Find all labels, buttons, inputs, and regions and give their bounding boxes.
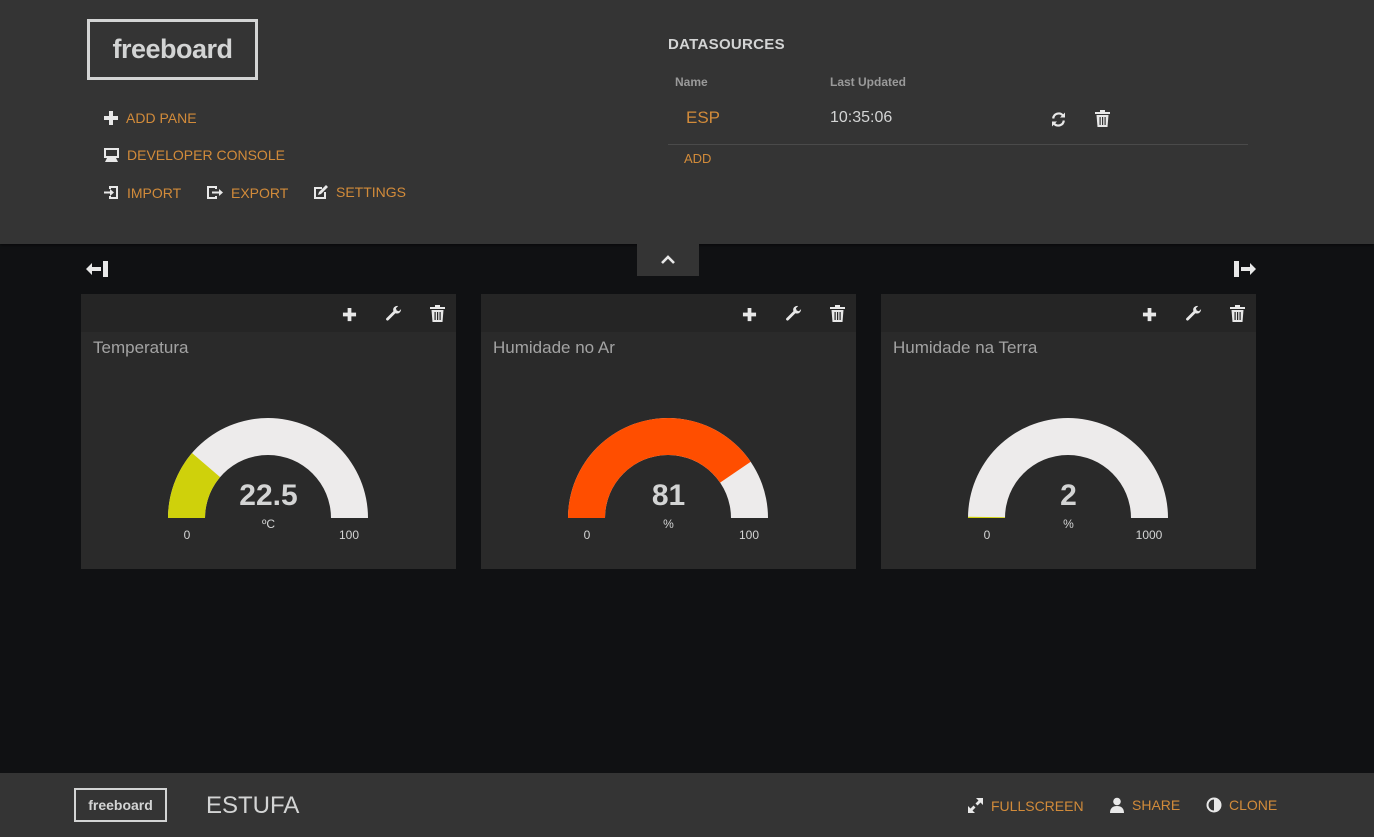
footer-freeboard-logo: freeboard	[74, 788, 167, 822]
collapse-header-button[interactable]	[637, 244, 699, 276]
gauge-max-label: 100	[738, 528, 760, 542]
refresh-icon	[1051, 111, 1065, 127]
datasource-name-link[interactable]: ESP	[686, 108, 720, 128]
footer-bar: freeboard ESTUFA FULLSCREEN SHARE CLONE	[0, 773, 1374, 837]
export-icon	[207, 186, 223, 199]
user-icon	[1110, 797, 1124, 813]
pane-temperatura: Temperatura 22.5 ºC 0 100	[81, 294, 456, 569]
share-label: SHARE	[1132, 797, 1181, 813]
shrink-left-icon	[86, 261, 108, 277]
gauge-max-label: 100	[338, 528, 360, 542]
datasources-divider	[668, 144, 1248, 145]
datasources-name-header: Name	[675, 75, 708, 89]
gauge-unit: ºC	[261, 517, 276, 531]
add-pane-button[interactable]: ADD PANE	[103, 110, 197, 126]
shrink-columns-button[interactable]	[84, 259, 110, 279]
datasources-title: DATASOURCES	[668, 36, 785, 53]
gauge-value: 81	[651, 479, 686, 512]
pane-humidade-terra: Humidade na Terra 2 % 0 1000	[881, 294, 1256, 569]
plus-icon	[104, 111, 118, 125]
gauge-unit: %	[1063, 517, 1074, 531]
datasources-updated-header: Last Updated	[830, 75, 907, 89]
fullscreen-label: FULLSCREEN	[991, 797, 1084, 814]
gauge-min-label: 0	[983, 528, 991, 542]
header-panel: freeboard ADD PANE DEVELOPER CONSOLE IMP…	[0, 0, 1374, 244]
import-button[interactable]: IMPORT	[103, 184, 181, 201]
gauge-unit: %	[663, 517, 674, 531]
dashboard-title: ESTUFA	[206, 792, 300, 819]
contrast-icon	[1206, 797, 1222, 813]
expand-columns-button[interactable]	[1232, 259, 1258, 279]
fullscreen-icon	[968, 798, 983, 813]
add-pane-label: ADD PANE	[126, 110, 197, 126]
settings-button[interactable]: SETTINGS	[313, 184, 406, 200]
share-button[interactable]: SHARE	[1109, 797, 1180, 813]
clone-button[interactable]: CLONE	[1206, 797, 1277, 813]
freeboard-logo: freeboard	[87, 19, 258, 80]
add-datasource-link[interactable]: ADD	[684, 151, 711, 166]
edit-icon	[314, 185, 328, 199]
export-button[interactable]: EXPORT	[206, 184, 288, 201]
fullscreen-button[interactable]: FULLSCREEN	[967, 797, 1084, 814]
expand-right-icon	[1234, 261, 1256, 277]
developer-console-label: DEVELOPER CONSOLE	[127, 147, 285, 163]
export-label: EXPORT	[231, 184, 289, 201]
chevron-up-icon	[661, 255, 675, 264]
settings-label: SETTINGS	[336, 184, 407, 200]
delete-datasource-button[interactable]	[1092, 108, 1112, 128]
refresh-datasource-button[interactable]	[1048, 109, 1068, 129]
gauge-max-label: 1000	[1135, 528, 1163, 542]
import-label: IMPORT	[127, 184, 182, 201]
clone-label: CLONE	[1229, 797, 1278, 813]
developer-console-button[interactable]: DEVELOPER CONSOLE	[103, 147, 285, 163]
gauge-value: 2	[1060, 479, 1077, 512]
import-icon	[104, 186, 118, 199]
monitor-icon	[104, 148, 119, 162]
trash-icon	[1094, 109, 1110, 127]
gauge-min-label: 0	[583, 528, 591, 542]
datasource-last-updated: 10:35:06	[830, 109, 893, 126]
gauge-min-label: 0	[183, 528, 191, 542]
pane-humidade-ar: Humidade no Ar 81 % 0 100	[481, 294, 856, 569]
gauge-value: 22.5	[239, 479, 298, 512]
